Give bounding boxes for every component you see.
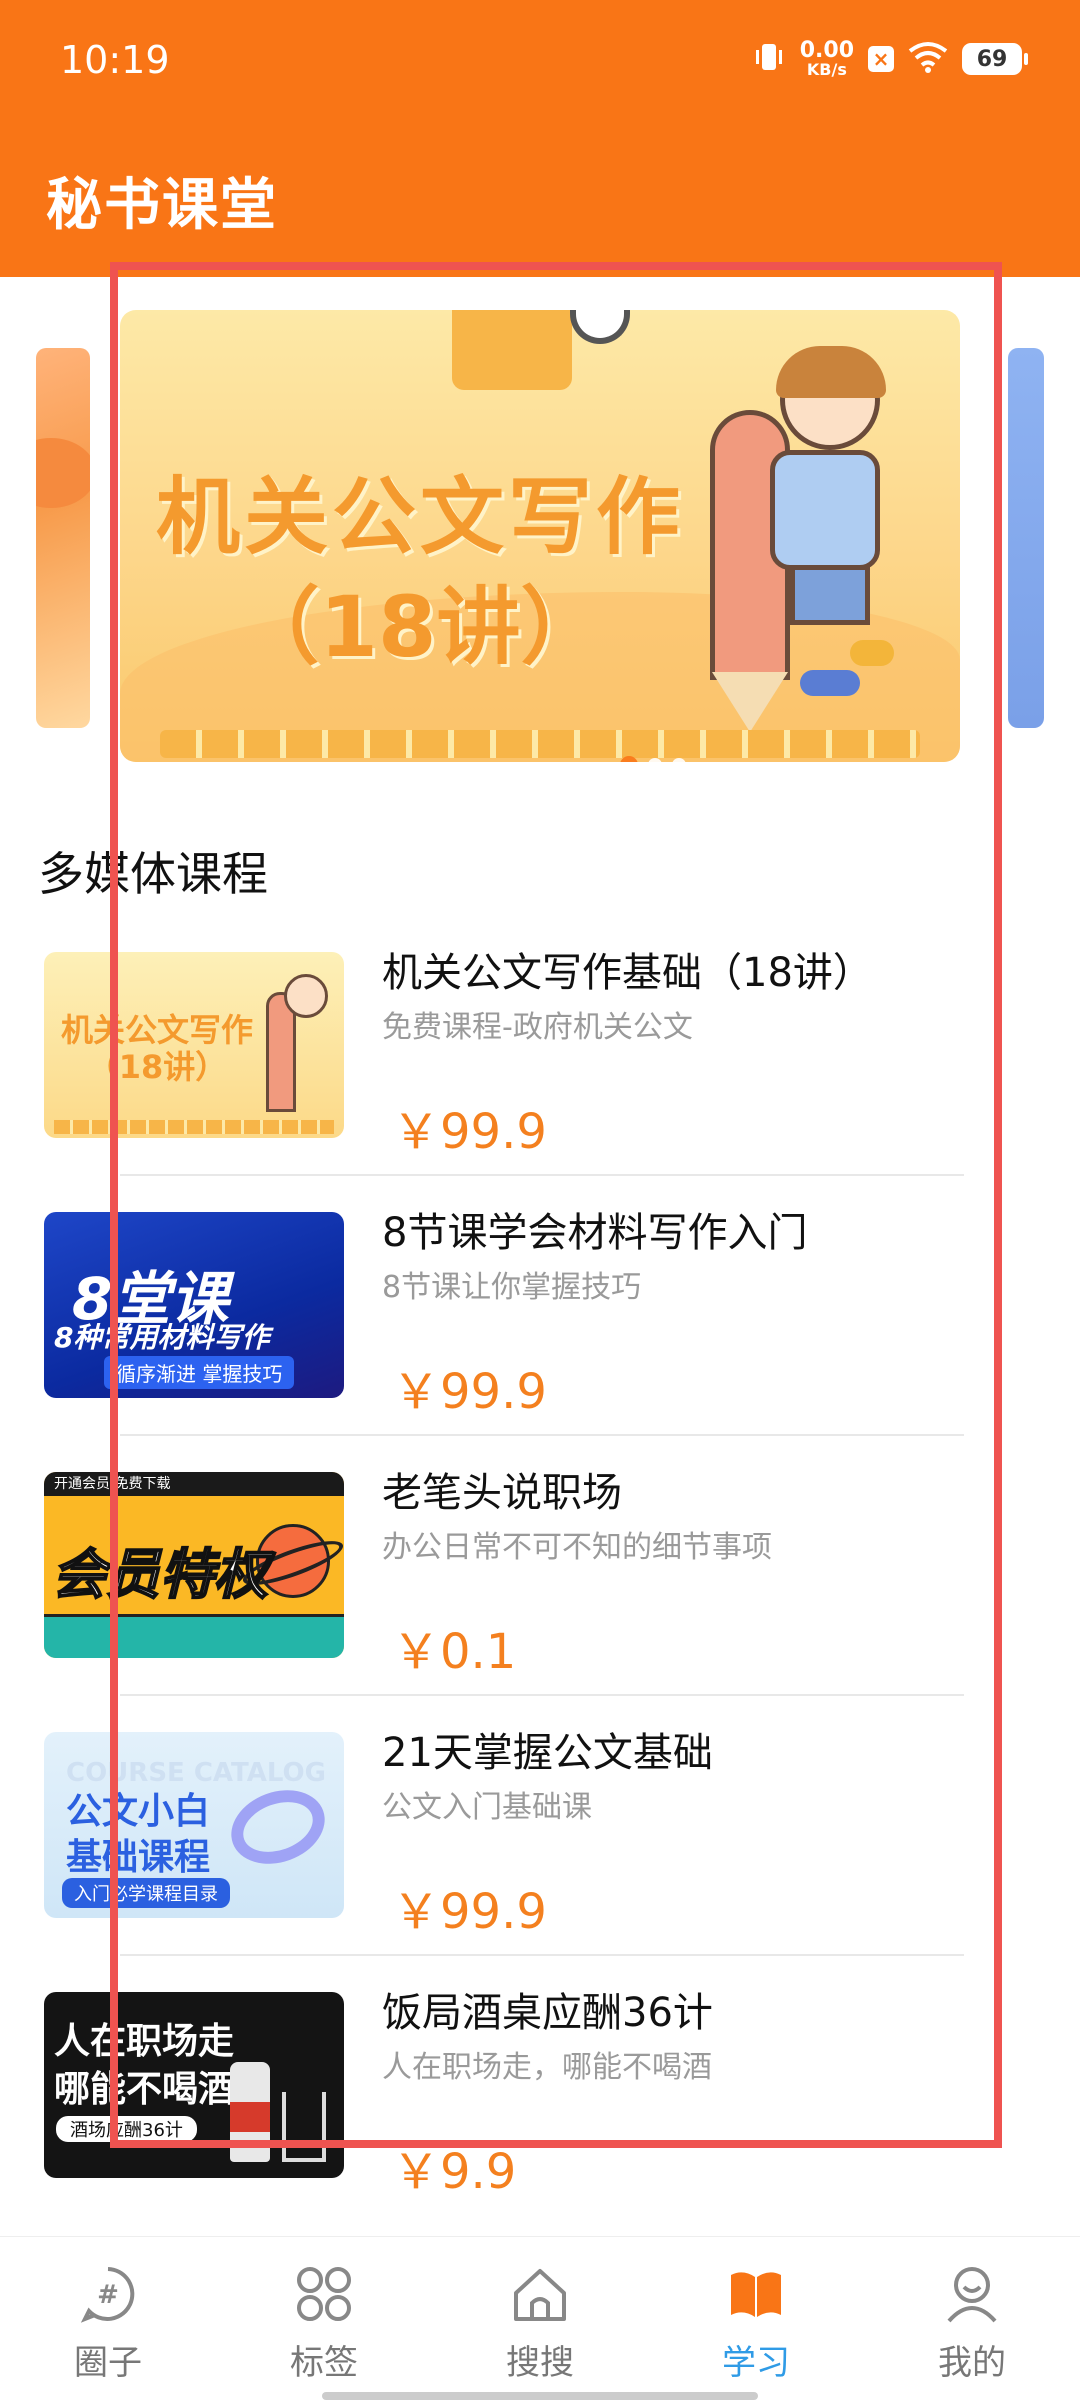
vibrate-icon [752, 40, 786, 78]
banner-next-peek[interactable] [1008, 348, 1044, 728]
thumbnail-text: 开通会员 免费下载 [44, 1472, 344, 1496]
thumbnail-tag: 酒场应酬36计 [56, 2116, 197, 2142]
net-speed: 0.00 KB/s [800, 40, 854, 78]
thumbnail-text: 人在职场走 [54, 2021, 235, 2062]
banner-prev-peek[interactable] [36, 348, 90, 728]
nav-item-me[interactable]: 我的 [892, 2265, 1052, 2384]
user-icon [943, 2265, 1001, 2323]
nav-item-study[interactable]: 学习 [676, 2265, 836, 2384]
divider [120, 1954, 964, 1956]
course-title[interactable]: 8节课学会材料写作入门 [382, 1200, 807, 1258]
course-subtitle: 8节课让你掌握技巧 [382, 1270, 642, 1305]
glass-icon [282, 2092, 326, 2162]
thumbnail-tag: 循序渐进 掌握技巧 [104, 1356, 295, 1389]
course-subtitle: 人在职场走，哪能不喝酒 [382, 2050, 712, 2085]
course-item[interactable]: 开通会员 免费下载 会员特权 老笔头说职场 办公日常不可不知的细节事项 ￥0.1 [0, 1460, 1080, 1720]
thumbnail-text: 基础课程 [66, 1837, 211, 1878]
course-item[interactable]: 机关公文写作（18讲） 机关公文写作基础（18讲） 免费课程-政府机关公文 ￥9… [0, 940, 1080, 1200]
thumbnail-text: 机关公文写作（18讲） [60, 1011, 253, 1086]
thumbnail-tag: 入门必学课程目录 [62, 1878, 230, 1908]
page-title: 秘书课堂 [46, 173, 278, 238]
thumbnail-text: 8种常用材料写作 [54, 1321, 270, 1354]
course-price: ￥99.9 [392, 1104, 547, 1160]
nav-label: 标签 [290, 2343, 358, 2383]
nav-label: 学习 [722, 2343, 790, 2383]
course-title[interactable]: 饭局酒桌应酬36计 [382, 1980, 713, 2038]
bottom-nav: # 圈子 标签 搜搜 学习 我的 [0, 2236, 1080, 2408]
magnifier-icon [570, 310, 630, 344]
course-title[interactable]: 老笔头说职场 [382, 1460, 622, 1518]
course-title[interactable]: 21天掌握公文基础 [382, 1720, 713, 1778]
banner-subtitle: （18讲） [235, 578, 605, 676]
course-price: ￥99.9 [392, 1364, 547, 1420]
course-price: ￥0.1 [392, 1624, 517, 1680]
nav-item-tags[interactable]: 标签 [244, 2265, 404, 2384]
thumbnail-text: 哪能不喝酒 [54, 2069, 235, 2110]
banner-carousel[interactable]: 机关公文写作 （18讲） [0, 300, 1080, 780]
battery-icon: 69 [962, 43, 1028, 75]
net-speed-value: 0.00 [799, 38, 854, 63]
divider [120, 1434, 964, 1436]
kid-with-pencil-illustration [700, 346, 910, 740]
net-speed-unit: KB/s [806, 60, 847, 79]
home-icon [511, 2265, 569, 2323]
thumbnail-text: 公文小白 [66, 1791, 211, 1832]
folder-icon [452, 310, 572, 390]
course-item[interactable]: 8堂课 8种常用材料写作 循序渐进 掌握技巧 8节课学会材料写作入门 8节课让你… [0, 1200, 1080, 1460]
nav-item-search[interactable]: 搜搜 [460, 2265, 620, 2384]
nav-label: 圈子 [74, 2343, 142, 2383]
course-thumbnail[interactable]: COURSE CATALOG 公文小白 基础课程 入门必学课程目录 [44, 1732, 344, 1918]
thumbnail-text: 会员特权 [51, 1542, 269, 1607]
status-time: 10:19 [60, 38, 170, 82]
section-title: 多媒体课程 [38, 847, 268, 901]
home-indicator[interactable] [322, 2392, 758, 2400]
nav-label: 我的 [938, 2343, 1006, 2383]
hashtag-circle-icon: # [79, 2265, 137, 2323]
course-thumbnail[interactable]: 8堂课 8种常用材料写作 循序渐进 掌握技巧 [44, 1212, 344, 1398]
app-header: 10:19 0.00 KB/s × 69 秘书课堂 [0, 0, 1080, 277]
course-subtitle: 办公日常不可不知的细节事项 [382, 1530, 772, 1565]
banner-border-strip [160, 730, 920, 758]
course-thumbnail[interactable]: 机关公文写作（18讲） [44, 952, 344, 1138]
course-thumbnail[interactable]: 人在职场走 哪能不喝酒 酒场应酬36计 [44, 1992, 344, 2178]
nav-item-circles[interactable]: # 圈子 [28, 2265, 188, 2384]
banner-slide[interactable]: 机关公文写作 （18讲） [120, 310, 960, 762]
course-subtitle: 公文入门基础课 [382, 1790, 592, 1825]
course-price: ￥9.9 [392, 2144, 517, 2200]
status-bar: 10:19 0.00 KB/s × 69 [0, 0, 1080, 125]
course-subtitle: 免费课程-政府机关公文 [382, 1010, 693, 1045]
four-petal-icon [295, 2265, 353, 2323]
book-icon [727, 2265, 785, 2323]
carousel-dot [648, 758, 662, 762]
divider [120, 1694, 964, 1696]
wifi-icon [908, 41, 948, 77]
course-thumbnail[interactable]: 开通会员 免费下载 会员特权 [44, 1472, 344, 1658]
close-badge-icon: × [868, 46, 894, 72]
course-price: ￥99.9 [392, 1884, 547, 1940]
banner-title: 机关公文写作 [155, 468, 684, 566]
course-title[interactable]: 机关公文写作基础（18讲） [382, 940, 873, 998]
carousel-dot [672, 758, 686, 762]
course-item[interactable]: 人在职场走 哪能不喝酒 酒场应酬36计 饭局酒桌应酬36计 人在职场走，哪能不喝… [0, 1980, 1080, 2240]
course-item[interactable]: COURSE CATALOG 公文小白 基础课程 入门必学课程目录 21天掌握公… [0, 1720, 1080, 1980]
nav-label: 搜搜 [506, 2343, 574, 2383]
divider [120, 1174, 964, 1176]
carousel-indicator [620, 756, 686, 762]
status-icons: 0.00 KB/s × 69 [752, 40, 1028, 78]
svg-text:#: # [97, 2280, 119, 2310]
